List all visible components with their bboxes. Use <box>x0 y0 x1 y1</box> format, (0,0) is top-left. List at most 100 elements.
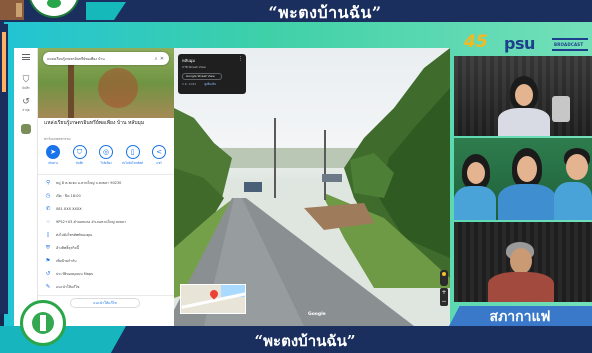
hours-row[interactable]: ◷ เปิด · ปิด 18:00 <box>44 191 170 201</box>
phone-row[interactable]: ✆ 081 XXX XXXX <box>44 204 170 214</box>
streetview-badge[interactable]: Google Street View <box>182 73 222 80</box>
nearby-button[interactable]: ◎ ใกล้เคียง <box>97 145 115 171</box>
plus-code-icon: ⁘ <box>45 219 51 225</box>
streetview-info-card: หลับมุม ภาพ Street View Google Street Vi… <box>178 54 246 94</box>
psu-broadcast-logo: 45 psu BROADCAST <box>458 30 592 58</box>
left-edge-strip <box>0 24 8 314</box>
zoom-controls[interactable]: + − <box>440 288 448 306</box>
street-view[interactable]: หลับมุม ภาพ Street View Google Street Vi… <box>174 48 450 326</box>
place-icon <box>21 124 31 134</box>
claim-business-text: อ้างสิทธิ์ธุรกิจนี้ <box>56 246 79 250</box>
menu-button[interactable] <box>18 54 34 76</box>
history-icon: ↺ <box>45 271 51 277</box>
host-shirt <box>498 108 550 136</box>
google-watermark: Google <box>308 312 326 317</box>
program-title-bottom: “พะตงบ้านฉัน” <box>254 332 356 350</box>
streetview-title: หลับมุม <box>182 58 195 63</box>
directions-button[interactable]: ➤ เส้นทาง <box>44 145 62 171</box>
recent-button[interactable]: ↺ ล่าสุด <box>18 98 34 120</box>
streetview-date-row: ก.ค. 2022 ดูเพิ่มเติม <box>182 82 242 87</box>
suggest-edit-row[interactable]: ✎ แนะนำให้แก้ไข <box>44 282 170 292</box>
clock-icon: ◷ <box>45 193 51 199</box>
maps-history-row[interactable]: ↺ ประวัติของคุณบน Maps <box>44 269 170 279</box>
add-label-row[interactable]: ⚑ เพิ่มป้ายกำกับ <box>44 256 170 266</box>
guest2-shirt <box>498 184 556 220</box>
address-row[interactable]: ⚲ หมู่ 8 ต.พะตง อ.หาดใหญ่ จ.สงขลา 90230 <box>44 178 170 188</box>
pegman-icon[interactable] <box>440 270 448 286</box>
search-bar[interactable]: แหล่งเรียนรู้เกษตรอินทรีย์พอเพียง บ้าน ⌕… <box>43 52 169 65</box>
send-phone-row[interactable]: ▯ ส่งไปยังโทรศัพท์ของคุณ <box>44 230 170 240</box>
guest1-shirt <box>454 186 496 220</box>
directions-icon: ➤ <box>46 145 60 159</box>
divider <box>38 174 174 175</box>
place-name: แหล่งเรียนรู้เกษตรอินทรีย์พอเพียง บ้าน ห… <box>44 120 145 126</box>
claim-business-row[interactable]: ⛨ อ้างสิทธิ์ธุรกิจนี้ <box>44 243 170 253</box>
camera-feed-host <box>454 56 592 136</box>
nearby-label: ใกล้เคียง <box>100 161 112 165</box>
brand-number: 45 <box>464 32 488 52</box>
place-actions: ➤ เส้นทาง ⛉ บันทึก ◎ ใกล้เคียง ▯ ส่งไปยั… <box>44 145 168 171</box>
camera-feed-caller <box>454 222 592 302</box>
see-more-link[interactable]: ดูเพิ่มเติม <box>204 82 216 86</box>
edit-icon: ✎ <box>45 284 51 290</box>
brand-text: psu <box>504 34 535 53</box>
camera-feed-guests <box>454 138 592 220</box>
recent-label: ล่าสุด <box>22 108 30 112</box>
guest3-shirt <box>554 182 592 220</box>
add-label-text: เพิ่มป้ายกำกับ <box>56 259 77 263</box>
close-icon[interactable]: ✕ <box>159 56 165 62</box>
plus-code-text: 9P52+X3 ตำบลพะตง อำเภอหาดใหญ่ สงขลา <box>56 220 127 224</box>
guest1-face <box>467 162 485 184</box>
phone-icon: ✆ <box>45 206 51 212</box>
more-icon[interactable]: ⋮ <box>238 56 243 62</box>
broadcast-label: BROADCAST <box>554 42 584 47</box>
shield-icon: ⛨ <box>45 244 51 251</box>
address-text: หมู่ 8 ต.พะตง อ.หาดใหญ่ จ.สงขลา 90230 <box>56 181 122 185</box>
guest2-face <box>517 156 537 182</box>
streetview-subtitle: ภาพ Street View <box>182 65 206 69</box>
caller-face <box>510 248 532 274</box>
brand-bar <box>552 38 588 40</box>
suggest-edit-text: แนะนำให้แก้ไข <box>56 285 80 289</box>
phone-text: 081 XXX XXXX <box>56 207 82 211</box>
directions-label: เส้นทาง <box>47 161 59 165</box>
phone-icon: ▯ <box>125 145 140 159</box>
plus-code-row[interactable]: ⁘ 9P52+X3 ตำบลพะตง อำเภอหาดใหญ่ สงขลา <box>44 217 170 227</box>
send-phone-text: ส่งไปยังโทรศัพท์ของคุณ <box>56 233 93 237</box>
share-label: แชร์ <box>156 161 162 165</box>
bookmark-icon: ⛉ <box>72 145 87 159</box>
save-button[interactable]: ⛉ บันทึก <box>71 145 89 171</box>
maps-history-text: ประวัติของคุณบน Maps <box>56 272 93 276</box>
program-title: “พะตงบ้านฉัน” <box>268 3 382 22</box>
share-button[interactable]: < แชร์ <box>150 145 168 171</box>
send-icon: ▯ <box>46 232 50 238</box>
send-to-phone-label: ส่งไปยังโทรศัพท์ <box>122 161 143 165</box>
share-icon: < <box>152 145 166 159</box>
bookmark-icon: ⛉ <box>22 75 30 85</box>
top-left-thumbnail <box>0 0 24 20</box>
mini-map[interactable] <box>180 284 246 314</box>
microphone-icon <box>552 96 570 122</box>
guest3-face <box>566 154 588 180</box>
label-icon: ⚑ <box>45 258 51 264</box>
recent-place-thumb[interactable] <box>18 124 34 146</box>
streetview-date: ก.ค. 2022 <box>182 82 197 86</box>
saved-button[interactable]: ⛉ บันทึก <box>18 76 34 98</box>
place-category[interactable]: ฟาร์มเกษตรกรรม <box>44 136 71 142</box>
maps-side-rail: ⛉ บันทึก ↺ ล่าสุด <box>14 48 38 326</box>
show-title: สภากาแฟ <box>448 306 592 328</box>
brand-bar <box>552 49 588 51</box>
search-input[interactable]: แหล่งเรียนรู้เกษตรอินทรีย์พอเพียง บ้าน <box>47 56 153 62</box>
location-icon: ⚲ <box>45 180 51 186</box>
caller-shirt <box>488 272 554 302</box>
saved-label: บันทึก <box>22 86 30 90</box>
hours-text: เปิด · ปิด 18:00 <box>56 194 81 198</box>
nearby-icon: ◎ <box>99 145 113 159</box>
suggest-edit-button[interactable]: แนะนำให้แก้ไข <box>70 298 140 308</box>
divider <box>38 295 174 296</box>
history-icon: ↺ <box>22 97 30 107</box>
save-label: บันทึก <box>75 161 84 165</box>
menu-icon <box>22 54 30 60</box>
host-face <box>515 84 533 106</box>
send-to-phone-button[interactable]: ▯ ส่งไปยังโทรศัพท์ <box>122 145 143 171</box>
